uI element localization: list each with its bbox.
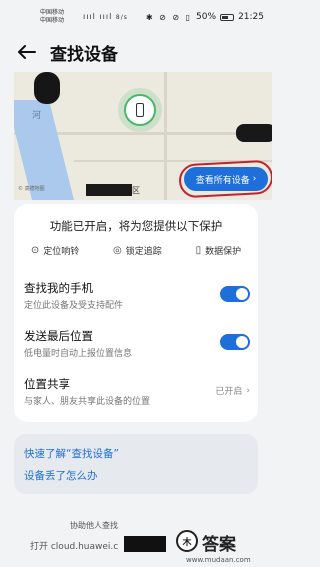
map-legal-text: © 高德地图 [18,186,45,192]
carrier-info: 中国移动 中国移动 [40,9,64,25]
river-label: 河 [32,111,42,121]
carrier-1: 中国移动 [40,9,65,16]
phone-icon [136,103,144,117]
carrier-2: 中国移动 [40,17,65,24]
redaction-block [124,536,166,552]
chevron-right-icon: › [246,385,250,396]
page-title: 查找设备 [50,44,118,65]
watermark-text: 答案 [202,535,236,555]
feature-list: ⊙ 定位响铃 ◎ 锁定追踪 ▯ 数据保护 [14,244,258,257]
redaction-block [86,184,132,196]
setting-subtitle: 定位此设备及受支持配件 [24,301,124,311]
device-location-pin[interactable] [124,94,156,126]
battery-icon [220,13,235,21]
find-phone-toggle[interactable] [220,286,250,302]
phone-icon: ▯ [195,245,202,256]
device-map[interactable]: 河 区 © 高德地图 查看所有设备 › [14,72,272,200]
app-header: 查找设备 [0,34,272,70]
back-button[interactable] [16,41,38,63]
watermark-logo: 木 [176,530,198,552]
map-road [74,160,272,162]
help-links-card: 快速了解“查找设备” 设备丢了怎么办 [14,434,258,494]
feature-label: 锁定追踪 [125,247,162,257]
status-right: ✱ ⊘ ⊘ ▯ 50% 21:25 [146,12,264,22]
view-all-devices-button[interactable]: 查看所有设备 › [184,167,268,191]
protection-card: 功能已开启，将为您提供以下保护 ⊙ 定位响铃 ◎ 锁定追踪 ▯ 数据保护 查找我… [14,204,258,422]
last-location-toggle[interactable] [220,334,250,350]
watermark-url: www.mudaan.com [186,556,251,564]
signal-bars: ıııl ıııl [83,12,113,21]
find-device-screen: 中国移动 中国移动 ıııl ıııl 8/s ✱ ⊘ ⊘ ▯ 50% 21:2… [0,0,272,567]
device-lost-link[interactable]: 设备丢了怎么办 [24,468,98,483]
share-status: 已开启 [215,387,243,397]
lock-icon: ◎ [113,245,122,256]
feature-item: ◎ 锁定追踪 [113,244,162,257]
redaction-block [34,72,60,104]
back-arrow-icon [18,45,36,59]
setting-title: 查找我的手机 [24,281,93,295]
map-road [164,72,167,200]
clock: 21:25 [238,12,264,22]
learn-find-device-link[interactable]: 快速了解“查找设备” [24,446,119,461]
feature-item: ⊙ 定位响铃 [31,244,79,257]
help-others-link[interactable]: 协助他人查找 [70,520,118,531]
view-all-label: 查看所有设备 [195,175,250,186]
status-bar: 中国移动 中国移动 ıııl ıııl 8/s ✱ ⊘ ⊘ ▯ 50% 21:2… [0,0,272,30]
setting-last-location: 发送最后位置 低电量时自动上报位置信息 [24,328,250,364]
share-location-value[interactable]: 已开启 › [215,384,250,398]
battery-percent: 50% [196,12,217,22]
setting-title: 位置共享 [24,377,70,391]
redaction-block [236,124,272,142]
location-icon: ⊙ [30,245,40,256]
net-speed: 8/s [115,14,128,21]
setting-subtitle: 低电量时自动上报位置信息 [24,349,133,359]
setting-title: 发送最后位置 [24,329,93,343]
watermark: 木 答案 www.mudaan.com [176,528,272,567]
feature-label: 定位响铃 [43,247,80,257]
setting-find-phone: 查找我的手机 定位此设备及受支持配件 [24,280,250,316]
status-icons: ✱ ⊘ ⊘ ▯ [145,12,193,22]
setting-share-location[interactable]: 位置共享 与家人、朋友共享此设备的位置 已开启 › [24,376,250,412]
setting-subtitle: 与家人、朋友共享此设备的位置 [24,397,151,407]
feature-label: 数据保护 [205,247,242,257]
map-place-label: 区 [132,186,140,195]
footer-text: 打开 cloud.huawei.c [30,542,119,552]
feature-item: ▯ 数据保护 [196,244,242,257]
signal-icon: ıııl ıııl 8/s [83,12,128,21]
chevron-right-icon: › [252,174,257,184]
features-title: 功能已开启，将为您提供以下保护 [49,219,223,233]
